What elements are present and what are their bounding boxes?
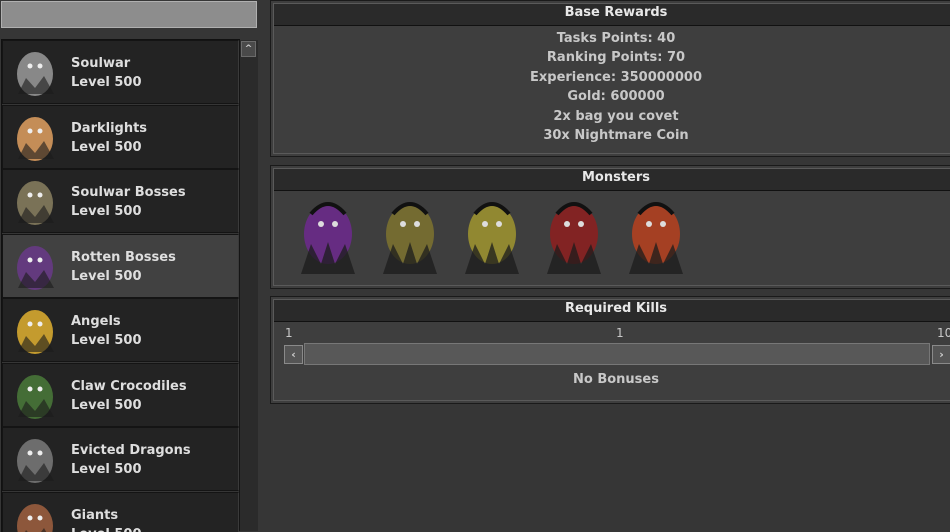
task-item[interactable]: Darklights Level 500 xyxy=(2,105,239,169)
darklight-icon xyxy=(8,113,62,165)
crocodile-icon xyxy=(8,371,62,423)
task-level: Level 500 xyxy=(71,398,142,413)
kills-max-label: 10 xyxy=(937,326,950,340)
dragon-icon xyxy=(8,435,62,487)
task-name: Claw Crocodiles xyxy=(71,379,187,394)
task-level: Level 500 xyxy=(71,204,142,219)
fire-horror-icon[interactable] xyxy=(619,194,693,278)
task-name: Rotten Bosses xyxy=(71,250,176,265)
soulwar-boss-icon xyxy=(8,177,62,229)
olive-horror-icon[interactable] xyxy=(373,194,447,278)
kills-slider[interactable] xyxy=(304,343,930,365)
task-item[interactable]: Angels Level 500 xyxy=(2,298,239,362)
required-kills-title: Required Kills xyxy=(274,301,950,316)
task-name: Giants xyxy=(71,508,118,523)
task-name: Evicted Dragons xyxy=(71,443,191,458)
task-item[interactable]: Claw Crocodiles Level 500 xyxy=(2,363,239,427)
gold-horror-icon[interactable] xyxy=(455,194,529,278)
base-rewards-header: Base Rewards xyxy=(274,4,950,26)
task-item[interactable]: Evicted Dragons Level 500 xyxy=(2,427,239,491)
task-name: Angels xyxy=(71,314,121,329)
reward-line: 2x bag you covet xyxy=(271,109,950,124)
monsters-panel: Monsters xyxy=(270,165,950,289)
reward-line: Gold: 600000 xyxy=(271,89,950,104)
task-level: Level 500 xyxy=(71,75,142,90)
search-input[interactable] xyxy=(1,1,257,28)
monsters-title: Monsters xyxy=(274,170,950,185)
task-list: SoulwarLevel 500DarklightsLevel 500Soulw… xyxy=(1,39,240,532)
task-level: Level 500 xyxy=(71,462,142,477)
task-name: Soulwar Bosses xyxy=(71,185,186,200)
task-item[interactable]: Soulwar Bosses Level 500 xyxy=(2,169,239,233)
reward-line: Ranking Points: 70 xyxy=(271,50,950,65)
bonus-text: No Bonuses xyxy=(271,372,950,387)
required-kills-panel: Required Kills 1 1 10 ‹ › No Bonuses xyxy=(270,296,950,404)
task-level: Level 500 xyxy=(71,527,142,532)
task-list-scrollbar[interactable]: ^ xyxy=(239,40,258,531)
task-level: Level 500 xyxy=(71,140,142,155)
kills-increase-button[interactable]: › xyxy=(932,345,950,364)
rotten-boss-icon xyxy=(8,242,62,294)
base-rewards-panel: Base Rewards Tasks Points: 40 Ranking Poi… xyxy=(270,0,950,157)
kills-min-label: 1 xyxy=(285,326,293,340)
reward-line: 30x Nightmare Coin xyxy=(271,128,950,143)
monsters-header: Monsters xyxy=(274,169,950,191)
kills-decrease-button[interactable]: ‹ xyxy=(284,345,303,364)
angel-icon xyxy=(8,306,62,358)
task-item[interactable]: Giants Level 500 xyxy=(2,492,239,532)
red-horror-icon[interactable] xyxy=(537,194,611,278)
reward-line: Tasks Points: 40 xyxy=(271,31,950,46)
task-level: Level 500 xyxy=(71,333,142,348)
purple-horror-icon[interactable] xyxy=(291,194,365,278)
giant-icon xyxy=(8,500,62,532)
task-name: Darklights xyxy=(71,121,147,136)
base-rewards-title: Base Rewards xyxy=(274,5,950,20)
task-level: Level 500 xyxy=(71,269,142,284)
reward-line: Experience: 350000000 xyxy=(271,70,950,85)
scroll-up-button[interactable]: ^ xyxy=(241,41,256,57)
task-name: Soulwar xyxy=(71,56,130,71)
required-kills-header: Required Kills xyxy=(274,300,950,322)
kills-current-value: 1 xyxy=(616,326,624,340)
task-item[interactable]: Rotten Bosses Level 500 xyxy=(2,234,239,298)
soulwar-icon xyxy=(8,48,62,100)
task-item[interactable]: Soulwar Level 500 xyxy=(2,40,239,104)
